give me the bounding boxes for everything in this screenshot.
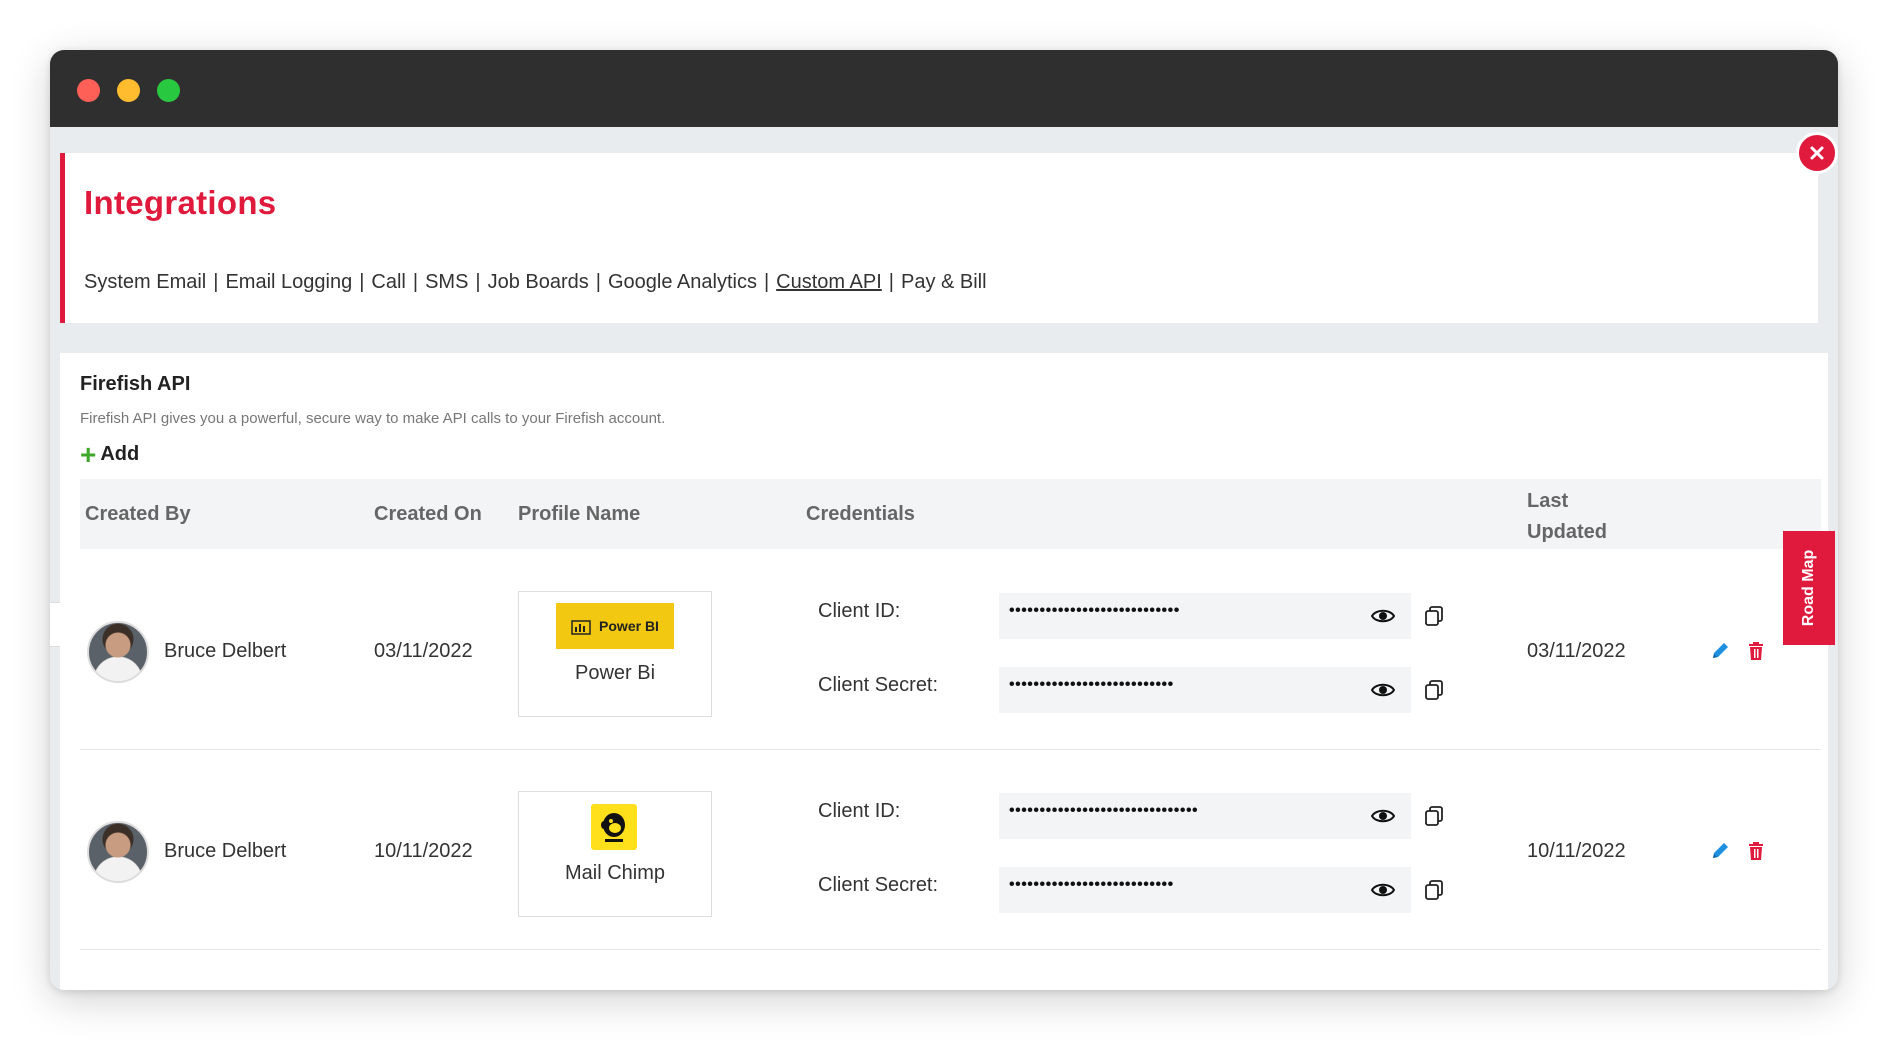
client-id-masked: ••••••••••••••••••••••••••••••• (1009, 802, 1199, 819)
trash-icon[interactable] (1747, 641, 1765, 661)
tab-pay-and-bill[interactable]: Pay & Bill (901, 271, 987, 293)
copy-icon[interactable] (1423, 605, 1445, 627)
page-title: Integrations (84, 184, 277, 221)
client-secret-masked: ••••••••••••••••••••••••••• (1009, 676, 1174, 693)
trash-icon[interactable] (1747, 841, 1765, 861)
table-header: Created By Created On Profile Name Crede… (80, 479, 1821, 549)
column-credentials: Credentials (806, 503, 915, 525)
app-window: Integrations System Email | Email Logging |… (50, 50, 1838, 990)
pencil-icon[interactable] (1710, 641, 1730, 661)
power-bi-logo-text: Power BI (599, 618, 659, 634)
profile-card: Mail Chimp (518, 791, 712, 917)
road-map-tab[interactable]: Road Map (1783, 531, 1835, 645)
tab-call[interactable]: Call (371, 271, 405, 293)
integration-tabs: System Email | Email Logging | Call | SMS | Job … (84, 271, 987, 294)
mailchimp-monkey-icon (601, 813, 625, 842)
copy-icon[interactable] (1423, 679, 1445, 701)
integrations-header: Integrations System Email | Email Logging |… (60, 153, 1818, 323)
tab-custom-api[interactable]: Custom API (776, 271, 882, 293)
eye-icon[interactable] (1371, 681, 1395, 699)
tab-separator: | (475, 271, 481, 293)
section-description: Firefish API gives you a powerful, secur… (80, 410, 666, 427)
window-titlebar (50, 50, 1838, 127)
table-row: Bruce Delbert 10/11/2022 Mail Chimp Clie… (80, 749, 1821, 950)
tab-google-analytics[interactable]: Google Analytics (608, 271, 757, 293)
client-id-label: Client ID: (818, 800, 901, 822)
client-secret-label: Client Secret: (818, 674, 939, 696)
tab-system-email[interactable]: System Email (84, 271, 206, 293)
client-id-masked: •••••••••••••••••••••••••••• (1009, 602, 1180, 619)
table-row: Bruce Delbert 03/11/2022 Power BI Power … (80, 549, 1821, 750)
eye-icon[interactable] (1371, 607, 1395, 625)
tab-job-boards[interactable]: Job Boards (488, 271, 589, 293)
page-content: Integrations System Email | Email Logging |… (50, 127, 1838, 990)
add-button[interactable]: + Add (80, 438, 140, 470)
created-by-name: Bruce Delbert (164, 840, 287, 862)
tab-separator: | (359, 271, 365, 293)
profile-name: Power Bi (574, 662, 656, 684)
avatar (87, 821, 149, 883)
tab-separator: | (763, 271, 770, 293)
power-bi-icon (571, 620, 591, 635)
copy-icon[interactable] (1423, 879, 1445, 901)
tab-separator: | (888, 271, 894, 293)
power-bi-logo: Power BI (556, 603, 674, 649)
close-icon (1810, 146, 1824, 160)
close-button[interactable] (1796, 132, 1838, 174)
add-button-label: Add (100, 443, 140, 465)
client-id-field[interactable]: •••••••••••••••••••••••••••• (999, 593, 1411, 639)
column-created-by: Created By (85, 503, 191, 525)
section-title: Firefish API (80, 373, 191, 395)
created-on-date: 10/11/2022 (374, 840, 473, 862)
client-secret-label: Client Secret: (818, 874, 939, 896)
created-by-name: Bruce Delbert (164, 640, 287, 662)
client-id-field[interactable]: ••••••••••••••••••••••••••••••• (999, 793, 1411, 839)
client-secret-field[interactable]: ••••••••••••••••••••••••••• (999, 867, 1411, 913)
mail-chimp-logo (591, 804, 637, 850)
tab-separator: | (213, 271, 219, 293)
window-maximize-dot[interactable] (157, 79, 180, 102)
client-secret-field[interactable]: ••••••••••••••••••••••••••• (999, 667, 1411, 713)
column-last-updated: Last Updated (1527, 490, 1607, 543)
avatar (87, 621, 149, 683)
tab-sms[interactable]: SMS (425, 271, 468, 293)
tab-separator: | (412, 271, 419, 293)
client-id-label: Client ID: (818, 600, 901, 622)
firefish-api-panel: Firefish API Firefish API gives you a po… (60, 353, 1828, 990)
column-profile-name: Profile Name (518, 503, 641, 525)
road-map-label: Road Map (1800, 549, 1818, 627)
tab-email-logging[interactable]: Email Logging (225, 271, 352, 293)
column-created-on: Created On (374, 503, 482, 525)
tab-separator: | (595, 271, 601, 293)
eye-icon[interactable] (1371, 881, 1395, 899)
last-updated-date: 03/11/2022 (1527, 640, 1626, 662)
created-on-date: 03/11/2022 (374, 640, 473, 662)
eye-icon[interactable] (1371, 807, 1395, 825)
copy-icon[interactable] (1423, 805, 1445, 827)
window-close-dot[interactable] (77, 79, 100, 102)
last-updated-date: 10/11/2022 (1527, 840, 1626, 862)
pencil-icon[interactable] (1710, 841, 1730, 861)
window-minimize-dot[interactable] (117, 79, 140, 102)
plus-icon: + (80, 438, 97, 470)
profile-card: Power BI Power Bi (518, 591, 712, 717)
client-secret-masked: ••••••••••••••••••••••••••• (1009, 876, 1174, 893)
profile-name: Mail Chimp (564, 862, 666, 884)
